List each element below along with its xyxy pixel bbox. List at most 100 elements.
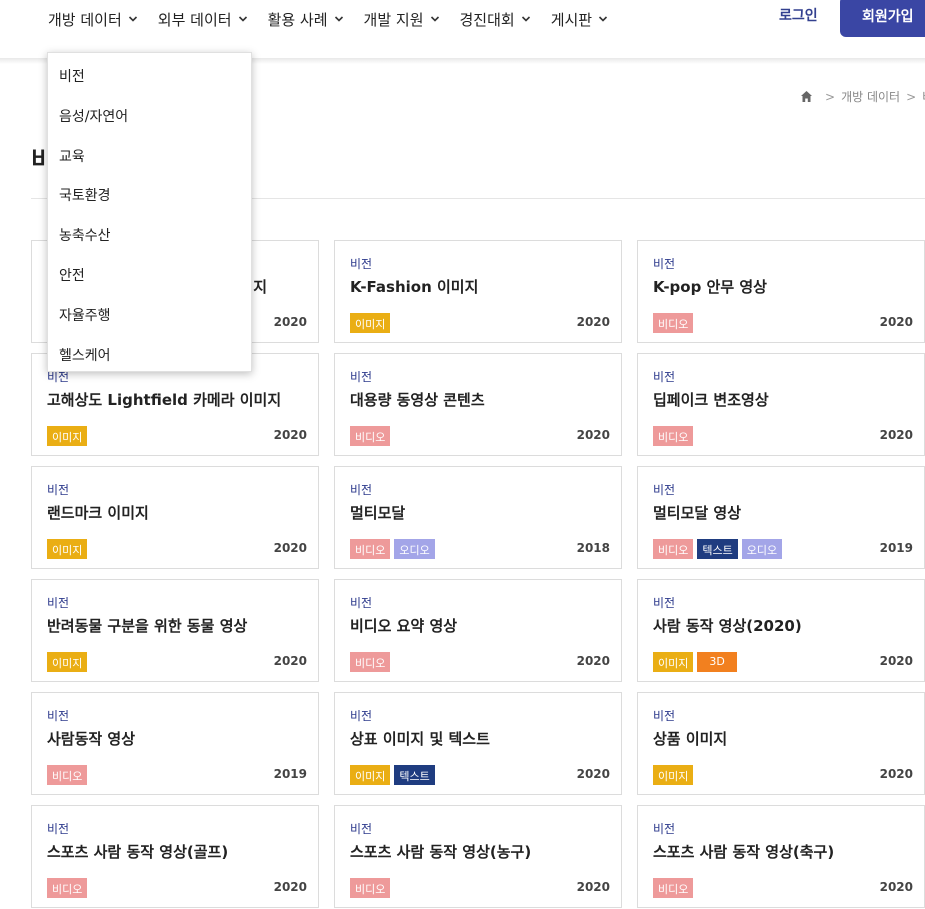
dataset-card[interactable]: 비전 사람동작 영상 비디오 2019 — [31, 692, 319, 795]
dropdown-item-land-environment[interactable]: 국토환경 — [59, 185, 111, 205]
dataset-card[interactable]: 비전 멀티모달 영상 비디오 텍스트 오디오 2019 — [637, 466, 925, 569]
card-tags: 비디오 — [350, 652, 394, 672]
card-category: 비전 — [350, 257, 373, 271]
card-year: 2020 — [879, 880, 913, 894]
dropdown-item-education[interactable]: 교육 — [59, 146, 85, 166]
card-year: 2018 — [576, 541, 610, 555]
card-year: 2020 — [879, 654, 913, 668]
nav-use-cases[interactable]: 활용 사례 — [268, 6, 344, 32]
media-type-tag: 비디오 — [653, 539, 694, 559]
card-tags: 이미지 — [47, 539, 91, 559]
card-title: 사람동작 영상 — [47, 730, 136, 748]
card-tags: 이미지 텍스트 — [350, 765, 439, 785]
media-type-tag: 이미지 — [47, 652, 88, 672]
media-type-tag: 비디오 — [47, 765, 88, 785]
dropdown-item-speech-nlp[interactable]: 음성/자연어 — [59, 106, 128, 126]
media-type-tag: 이미지 — [47, 539, 88, 559]
card-title: 딥페이크 변조영상 — [653, 391, 769, 409]
nav-label: 외부 데이터 — [157, 10, 232, 29]
nav-label: 개발 지원 — [363, 10, 424, 29]
nav-label: 개방 데이터 — [48, 10, 122, 29]
card-title: 비디오 요약 영상 — [350, 617, 458, 635]
card-year: 2020 — [273, 654, 307, 668]
open-data-dropdown-menu: 비전 음성/자연어 교육 국토환경 농축수산 안전 자율주행 헬스케어 — [47, 52, 252, 372]
dropdown-item-safety[interactable]: 안전 — [59, 265, 85, 285]
dataset-card[interactable]: 비전 스포츠 사람 동작 영상(축구) 비디오 2020 — [637, 805, 925, 908]
card-category: 비전 — [653, 709, 676, 723]
card-title: K-pop 안무 영상 — [653, 278, 767, 296]
media-type-tag: 비디오 — [350, 539, 391, 559]
card-year: 2020 — [576, 428, 610, 442]
media-type-tag: 비디오 — [350, 426, 391, 446]
dataset-card[interactable]: 비전 K-Fashion 이미지 이미지 2020 — [334, 240, 622, 343]
dataset-card[interactable]: 비전 스포츠 사람 동작 영상(골프) 비디오 2020 — [31, 805, 319, 908]
dataset-card[interactable]: 비전대용량 동영상 콘텐츠비디오 2020 — [334, 353, 622, 456]
chevron-down-icon — [128, 14, 138, 24]
media-type-tag: 비디오 — [653, 878, 694, 898]
dataset-card[interactable]: 비전 비디오 요약 영상 비디오 2020 — [334, 579, 622, 682]
card-tags: 비디오 — [653, 313, 697, 333]
dataset-card[interactable]: 비전 K-pop 안무 영상 비디오 2020 — [637, 240, 925, 343]
card-tags: 비디오 — [653, 426, 697, 446]
card-title: 반려동물 구분을 위한 동물 영상 — [47, 617, 248, 635]
card-tags: 이미지 — [653, 765, 697, 785]
dataset-card[interactable]: 비전 스포츠 사람 동작 영상(농구) 비디오 2020 — [334, 805, 622, 908]
home-icon[interactable] — [800, 90, 813, 103]
login-link[interactable]: 로그인 — [779, 5, 818, 25]
card-year: 2020 — [273, 541, 307, 555]
card-title: 사람 동작 영상(2020) — [653, 617, 802, 635]
breadcrumb-item[interactable]: 개방 데이터 — [841, 88, 900, 105]
card-title: 대용량 동영상 콘텐츠 — [350, 391, 485, 409]
card-year: 2020 — [879, 428, 913, 442]
nav-contest[interactable]: 경진대회 — [460, 6, 531, 32]
card-title: 스포츠 사람 동작 영상(축구) — [653, 843, 835, 861]
card-tags: 비디오 — [653, 878, 697, 898]
dataset-card[interactable]: 비전 딥페이크 변조영상 비디오 2020 — [637, 353, 925, 456]
card-year: 2020 — [273, 428, 307, 442]
card-title: K-Fashion 이미지 — [350, 278, 479, 296]
dataset-card[interactable]: 비전상표 이미지 및 텍스트이미지 텍스트 2020 — [334, 692, 622, 795]
card-category: 비전 — [47, 483, 70, 497]
card-tags: 비디오 텍스트 오디오 — [653, 539, 786, 559]
dataset-card[interactable]: 비전랜드마크 이미지이미지 2020 — [31, 466, 319, 569]
media-type-tag: 비디오 — [350, 652, 391, 672]
dataset-card[interactable]: 비전반려동물 구분을 위한 동물 영상이미지 2020 — [31, 579, 319, 682]
dropdown-item-autonomous-driving[interactable]: 자율주행 — [59, 305, 111, 325]
media-type-tag: 오디오 — [394, 539, 435, 559]
card-category: 비전 — [350, 370, 373, 384]
chevron-down-icon — [430, 14, 440, 24]
dataset-card[interactable]: 비전 멀티모달 비디오 오디오 2018 — [334, 466, 622, 569]
nav-dev-support[interactable]: 개발 지원 — [364, 6, 440, 32]
dropdown-item-vision[interactable]: 비전 — [59, 66, 85, 86]
media-type-tag: 비디오 — [653, 313, 694, 333]
dropdown-item-agriculture[interactable]: 농축수산 — [59, 225, 111, 245]
dropdown-item-healthcare[interactable]: 헬스케어 — [59, 345, 111, 365]
nav-external-data[interactable]: 외부 데이터 — [158, 6, 248, 32]
signup-button[interactable]: 회원가입 — [840, 0, 925, 37]
card-title: 멀티모달 — [350, 504, 406, 522]
card-title: 지 — [253, 278, 267, 296]
card-year: 2019 — [273, 767, 307, 781]
card-tags: 비디오 — [350, 878, 394, 898]
dataset-card[interactable]: 비전 상품 이미지 이미지 2020 — [637, 692, 925, 795]
breadcrumb-separator: > — [825, 89, 836, 104]
card-tags: 이미지 — [350, 313, 394, 333]
card-category: 비전 — [47, 596, 70, 610]
card-title: 고해상도 Lightfield 카메라 이미지 — [47, 391, 282, 409]
card-title: 상표 이미지 및 텍스트 — [350, 730, 490, 748]
card-category: 비전 — [350, 709, 373, 723]
media-type-tag: 비디오 — [350, 878, 391, 898]
media-type-tag: 3D — [697, 652, 737, 672]
card-title: 상품 이미지 — [653, 730, 728, 748]
media-type-tag: 이미지 — [653, 652, 694, 672]
breadcrumb-separator: > — [906, 89, 917, 104]
nav-open-data[interactable]: 개방 데이터 — [48, 6, 138, 32]
dataset-card[interactable]: 비전 사람 동작 영상(2020) 이미지 3D 2020 — [637, 579, 925, 682]
card-title: 랜드마크 이미지 — [47, 504, 149, 522]
site-header: 개방 데이터 외부 데이터 활용 사례 개발 지원 경진대회 게시판 로그인 회… — [0, 0, 925, 60]
card-title: 멀티모달 영상 — [653, 504, 742, 522]
media-type-tag: 이미지 — [653, 765, 694, 785]
card-year: 2020 — [576, 767, 610, 781]
card-year: 2020 — [576, 880, 610, 894]
nav-board[interactable]: 게시판 — [551, 6, 608, 32]
